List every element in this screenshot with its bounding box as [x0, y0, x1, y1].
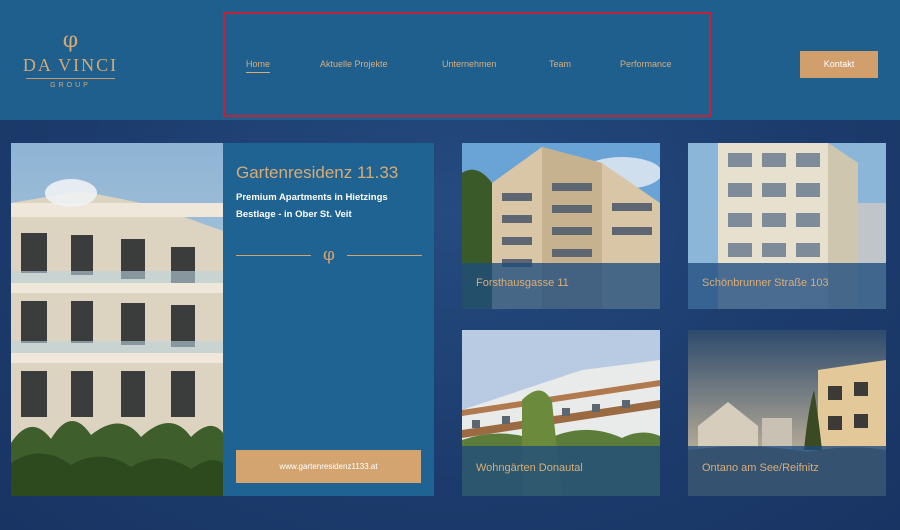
site-header: φ DA VINCI GROUP Home Aktuelle Projekte …	[0, 0, 900, 120]
logo-group: GROUP	[26, 78, 115, 89]
logo-phi-icon: φ	[62, 28, 79, 53]
project-title: Schönbrunner Straße 103	[688, 263, 886, 309]
featured-project-card: Gartenresidenz 11.33 Premium Apartments …	[11, 143, 434, 496]
featured-project-image[interactable]	[11, 143, 223, 496]
project-tile-forsthausgasse[interactable]: Forsthausgasse 11	[462, 143, 660, 309]
project-title: Ontano am See/Reifnitz	[688, 446, 886, 496]
project-tile-schoenbrunner[interactable]: Schönbrunner Straße 103	[688, 143, 886, 309]
project-title: Forsthausgasse 11	[462, 263, 660, 309]
page: φ DA VINCI GROUP Home Aktuelle Projekte …	[0, 0, 900, 530]
nav-item-home[interactable]: Home	[246, 59, 271, 73]
divider-line-left	[236, 255, 311, 256]
project-title: Wohngärten Donautal	[462, 446, 660, 496]
logo-name: DA VINCI	[22, 55, 119, 75]
nav-item-aktuelle-projekte[interactable]: Aktuelle Projekte	[320, 59, 388, 69]
main-navigation: Home Aktuelle Projekte Unternehmen Team …	[223, 12, 711, 117]
divider-line-right	[347, 255, 422, 256]
project-tile-wohngaerten-donautal[interactable]: Wohngärten Donautal	[462, 330, 660, 496]
featured-project-subtitle: Premium Apartments in Hietzings Bestlage…	[236, 192, 388, 220]
da-vinci-logo[interactable]: φ DA VINCI GROUP	[18, 28, 123, 98]
nav-item-team[interactable]: Team	[549, 59, 571, 69]
nav-item-performance[interactable]: Performance	[620, 59, 672, 69]
nav-item-unternehmen[interactable]: Unternehmen	[442, 59, 497, 69]
project-tile-ontano[interactable]: Ontano am See/Reifnitz	[688, 330, 886, 496]
phi-divider: φ	[236, 243, 422, 267]
featured-project-website-button[interactable]: www.gartenresidenz1133.at	[236, 450, 421, 483]
kontakt-button[interactable]: Kontakt	[800, 51, 878, 78]
featured-project-info: Gartenresidenz 11.33 Premium Apartments …	[223, 143, 434, 496]
divider-phi-icon: φ	[323, 245, 335, 265]
featured-project-title: Gartenresidenz 11.33	[236, 163, 399, 182]
